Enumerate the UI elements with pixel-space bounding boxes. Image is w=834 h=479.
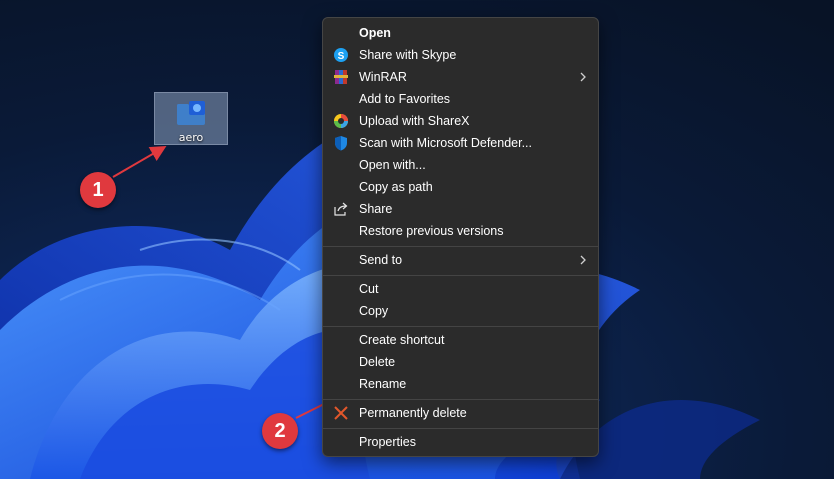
share-icon [334, 202, 348, 216]
menu-item-label: Restore previous versions [359, 224, 504, 238]
menu-item-label: Create shortcut [359, 333, 445, 347]
menu-item-properties[interactable]: Properties [327, 431, 594, 453]
menu-item-upload-with-sharex[interactable]: Upload with ShareX [327, 110, 594, 132]
menu-item-scan-with-defender[interactable]: Scan with Microsoft Defender... [327, 132, 594, 154]
menu-item-restore-previous-versions[interactable]: Restore previous versions [327, 220, 594, 242]
menu-item-label: Open with... [359, 158, 426, 172]
menu-item-label: Properties [359, 435, 416, 449]
menu-item-add-to-favorites[interactable]: Add to Favorites [327, 88, 594, 110]
menu-item-label: Rename [359, 377, 407, 391]
desktop-icon-label: aero [178, 131, 204, 144]
menu-item-label: Open [359, 26, 391, 40]
menu-item-label: Share [359, 202, 393, 216]
desktop-icon-aero[interactable]: aero [154, 92, 228, 145]
chevron-right-icon [580, 255, 586, 265]
svg-text:S: S [338, 51, 345, 62]
menu-separator [323, 428, 598, 429]
menu-item-label: Copy as path [359, 180, 433, 194]
menu-item-open[interactable]: Open [327, 22, 594, 44]
menu-item-label: WinRAR [359, 70, 407, 84]
menu-item-label: Share with Skype [359, 48, 457, 62]
menu-item-open-with[interactable]: Open with... [327, 154, 594, 176]
menu-separator [323, 246, 598, 247]
menu-item-send-to[interactable]: Send to [327, 249, 594, 271]
menu-item-delete[interactable]: Delete [327, 351, 594, 373]
menu-item-create-shortcut[interactable]: Create shortcut [327, 329, 594, 351]
menu-item-label: Scan with Microsoft Defender... [359, 136, 532, 150]
menu-item-label: Send to [359, 253, 403, 267]
menu-item-label: Delete [359, 355, 396, 369]
menu-item-share[interactable]: Share [327, 198, 594, 220]
menu-item-cut[interactable]: Cut [327, 278, 594, 300]
annotation-badge-1: 1 [80, 172, 116, 208]
menu-item-label: Cut [359, 282, 379, 296]
context-menu: Open S Share with Skype WinRAR Add to Fa… [322, 17, 599, 457]
winrar-icon [334, 70, 348, 84]
folder-app-icon [177, 101, 205, 125]
menu-item-share-with-skype[interactable]: S Share with Skype [327, 44, 594, 66]
chevron-right-icon [580, 72, 586, 82]
menu-item-label: Permanently delete [359, 406, 467, 420]
menu-item-label: Add to Favorites [359, 92, 451, 106]
menu-item-winrar[interactable]: WinRAR [327, 66, 594, 88]
sharex-icon [334, 114, 348, 128]
menu-item-copy[interactable]: Copy [327, 300, 594, 322]
menu-separator [323, 326, 598, 327]
menu-separator [323, 399, 598, 400]
menu-separator [323, 275, 598, 276]
annotation-badge-2: 2 [262, 413, 298, 449]
close-x-icon [334, 406, 348, 420]
skype-icon: S [334, 48, 348, 62]
menu-item-label: Copy [359, 304, 389, 318]
menu-item-rename[interactable]: Rename [327, 373, 594, 395]
defender-shield-icon [335, 136, 347, 151]
menu-item-copy-as-path[interactable]: Copy as path [327, 176, 594, 198]
menu-item-label: Upload with ShareX [359, 114, 470, 128]
menu-item-permanently-delete[interactable]: Permanently delete [327, 402, 594, 424]
